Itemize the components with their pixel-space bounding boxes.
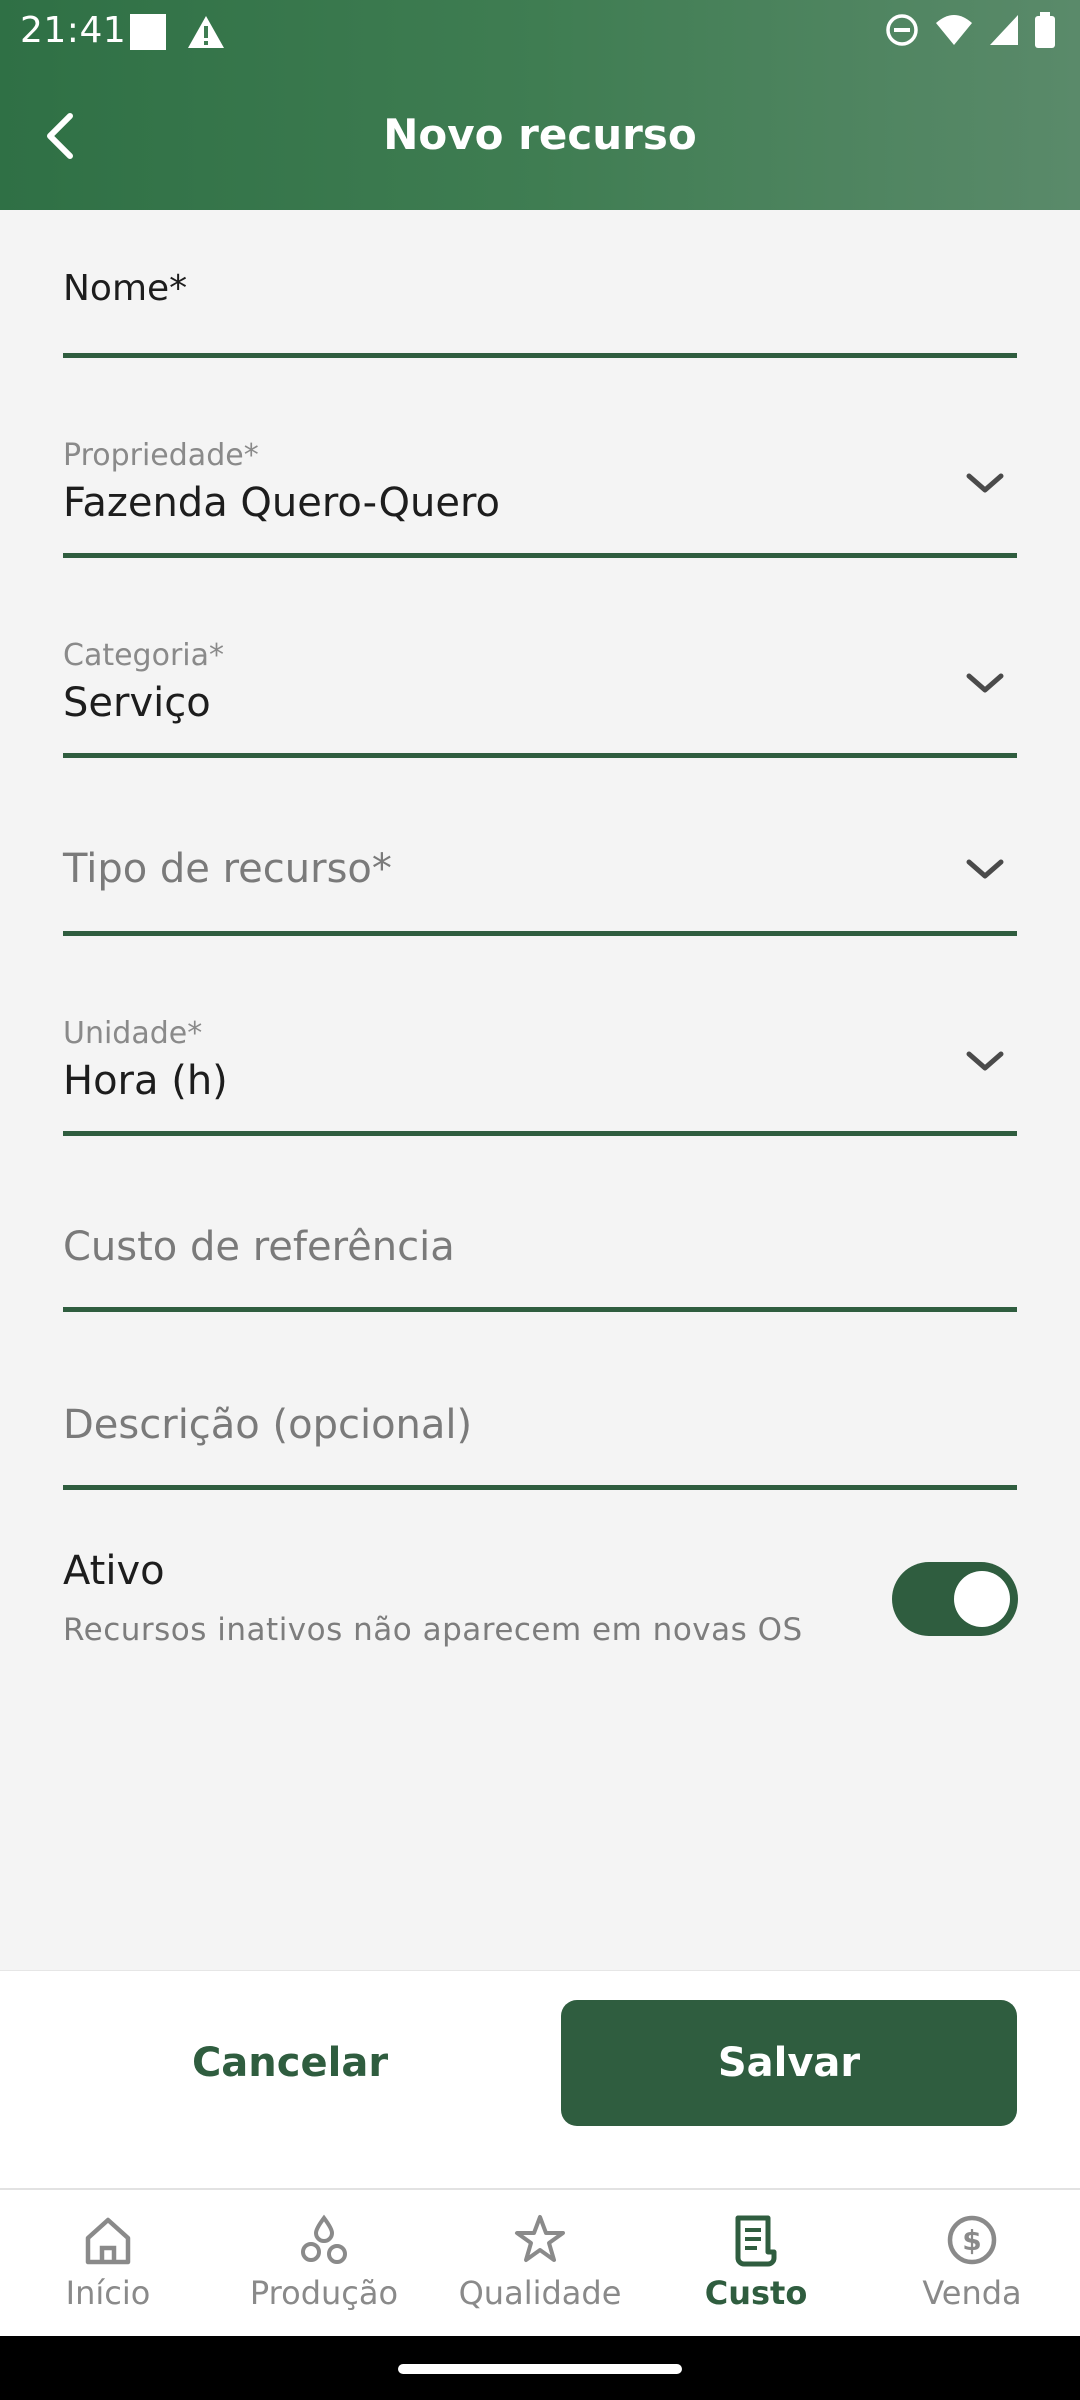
ativo-toggle[interactable] (892, 1562, 1018, 1636)
propriedade-value: Fazenda Quero-Quero (63, 480, 501, 526)
tipo-recurso-select[interactable]: Tipo de recurso* (63, 832, 1017, 936)
bottom-navigation: Início Produção Qualidade Custo $ Venda (0, 2188, 1080, 2336)
categoria-label: Categoria* (63, 638, 225, 673)
battery-icon (1035, 12, 1055, 48)
page-title: Novo recurso (383, 110, 697, 159)
categoria-select[interactable]: Categoria* Serviço (63, 630, 1017, 758)
gesture-bar (0, 2336, 1080, 2400)
warning-icon (186, 14, 226, 54)
categoria-value: Serviço (63, 680, 211, 726)
tipo-recurso-placeholder: Tipo de recurso* (63, 846, 392, 892)
nav-item-producao[interactable]: Produção (216, 2212, 432, 2332)
chevron-down-icon (966, 473, 1004, 493)
nav-item-custo[interactable]: Custo (648, 2212, 864, 2332)
chevron-down-icon (966, 1051, 1004, 1071)
signal-icon (990, 15, 1018, 45)
home-icon (85, 2217, 131, 2265)
wifi-icon (936, 15, 972, 45)
nav-label-inicio: Início (65, 2274, 151, 2312)
nav-label-custo: Custo (704, 2274, 808, 2312)
unidade-label: Unidade* (63, 1016, 203, 1051)
chevron-down-icon (966, 859, 1004, 879)
chevron-down-icon (966, 673, 1004, 693)
propriedade-select[interactable]: Propriedade* Fazenda Quero-Quero (63, 430, 1017, 558)
custo-referencia-placeholder: Custo de referência (63, 1224, 455, 1270)
cancel-button[interactable]: Cancelar (110, 2000, 470, 2126)
drops-icon (301, 2214, 347, 2264)
status-bar: 21:41 (0, 0, 1080, 66)
custo-referencia-input[interactable]: Custo de referência (63, 1206, 1017, 1312)
nav-label-qualidade: Qualidade (458, 2274, 622, 2312)
nav-label-producao: Produção (249, 2274, 399, 2312)
descricao-input[interactable]: Descrição (opcional) (63, 1384, 1017, 1490)
ativo-label: Ativo (63, 1548, 165, 1594)
unidade-value: Hora (h) (63, 1058, 228, 1104)
star-icon (515, 2215, 565, 2262)
dollar-circle-icon: $ (947, 2215, 997, 2265)
nav-item-inicio[interactable]: Início (0, 2212, 216, 2332)
propriedade-label: Propriedade* (63, 438, 259, 473)
notification-square-icon (130, 14, 166, 50)
nome-field[interactable]: Nome* (63, 256, 1017, 358)
status-time: 21:41 (20, 10, 127, 51)
nome-label: Nome* (63, 268, 188, 309)
home-indicator[interactable] (398, 2364, 682, 2374)
receipt-icon (735, 2215, 777, 2267)
toggle-knob (954, 1571, 1010, 1627)
dnd-icon (886, 14, 918, 46)
ativo-description: Recursos inativos não aparecem em novas … (63, 1612, 803, 1648)
descricao-placeholder: Descrição (opcional) (63, 1402, 473, 1448)
nav-item-venda[interactable]: $ Venda (864, 2212, 1080, 2332)
app-header: 21:41 Novo recurso (0, 0, 1080, 210)
nav-item-qualidade[interactable]: Qualidade (432, 2212, 648, 2332)
svg-text:$: $ (962, 2224, 981, 2257)
unidade-select[interactable]: Unidade* Hora (h) (63, 1008, 1017, 1136)
nav-label-venda: Venda (922, 2274, 1022, 2312)
save-button[interactable]: Salvar (561, 2000, 1017, 2126)
